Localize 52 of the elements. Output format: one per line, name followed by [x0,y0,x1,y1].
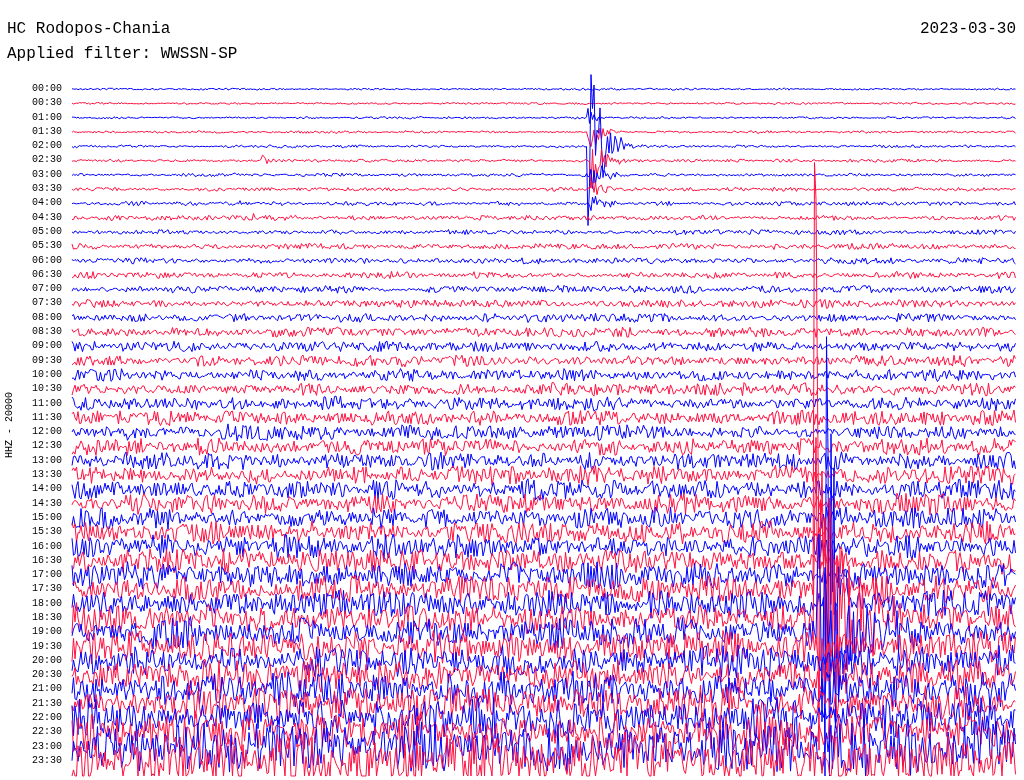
filter-label: Applied filter: WWSSN-SP [7,46,238,62]
time-label: 08:00 [31,310,62,325]
time-label: 17:30 [31,582,62,597]
time-label: 09:30 [31,353,62,368]
time-label: 11:30 [31,410,62,425]
time-label: 02:30 [31,153,62,168]
time-label: 01:30 [31,124,62,139]
time-label: 13:00 [31,453,62,468]
time-label: 03:00 [31,167,62,182]
time-label: 13:30 [31,468,62,482]
time-label: 22:00 [31,711,62,726]
station-title: HC Rodopos-Chania [7,21,171,37]
time-label: 23:00 [31,739,62,754]
time-label: 19:00 [31,625,62,640]
time-label: 16:30 [31,553,62,568]
time-label: 12:00 [31,425,62,440]
time-label: 20:30 [31,668,62,683]
time-label: 23:30 [31,753,62,768]
time-label: 06:00 [31,253,62,268]
time-label: 00:30 [31,96,62,111]
time-label: 18:30 [31,611,62,625]
time-label: 21:00 [31,682,62,697]
time-label: 05:30 [31,239,62,254]
time-label: 15:30 [31,525,62,540]
time-label: 12:30 [31,439,62,454]
time-label: 10:00 [31,367,62,382]
time-label: 17:00 [31,568,62,583]
time-label: 09:00 [31,339,62,354]
date-title: 2023-03-30 [920,21,1016,37]
time-label: 06:30 [31,267,62,282]
axis-label: HHZ - 20000 [5,392,15,458]
time-label: 05:00 [31,224,62,239]
time-label: 20:00 [31,653,62,668]
time-label: 21:30 [31,696,62,711]
time-label: 07:00 [31,282,62,297]
time-label: 14:30 [31,496,62,511]
time-label: 16:00 [31,539,62,554]
time-label: 03:30 [31,182,62,197]
time-label: 01:00 [31,110,62,125]
time-label: 22:30 [31,725,62,740]
time-label: 08:30 [31,325,62,340]
time-label: 11:00 [31,396,62,411]
time-label: 19:30 [31,639,62,654]
time-label: 18:00 [31,596,62,611]
time-label: 04:30 [31,210,62,225]
time-label: 07:30 [31,296,62,311]
time-label: 00:00 [31,82,62,96]
time-label: 15:00 [31,510,62,525]
time-label: 14:00 [31,482,62,497]
time-label: 02:00 [31,139,62,154]
time-label: 10:30 [31,382,62,397]
time-label: 04:00 [31,196,62,211]
